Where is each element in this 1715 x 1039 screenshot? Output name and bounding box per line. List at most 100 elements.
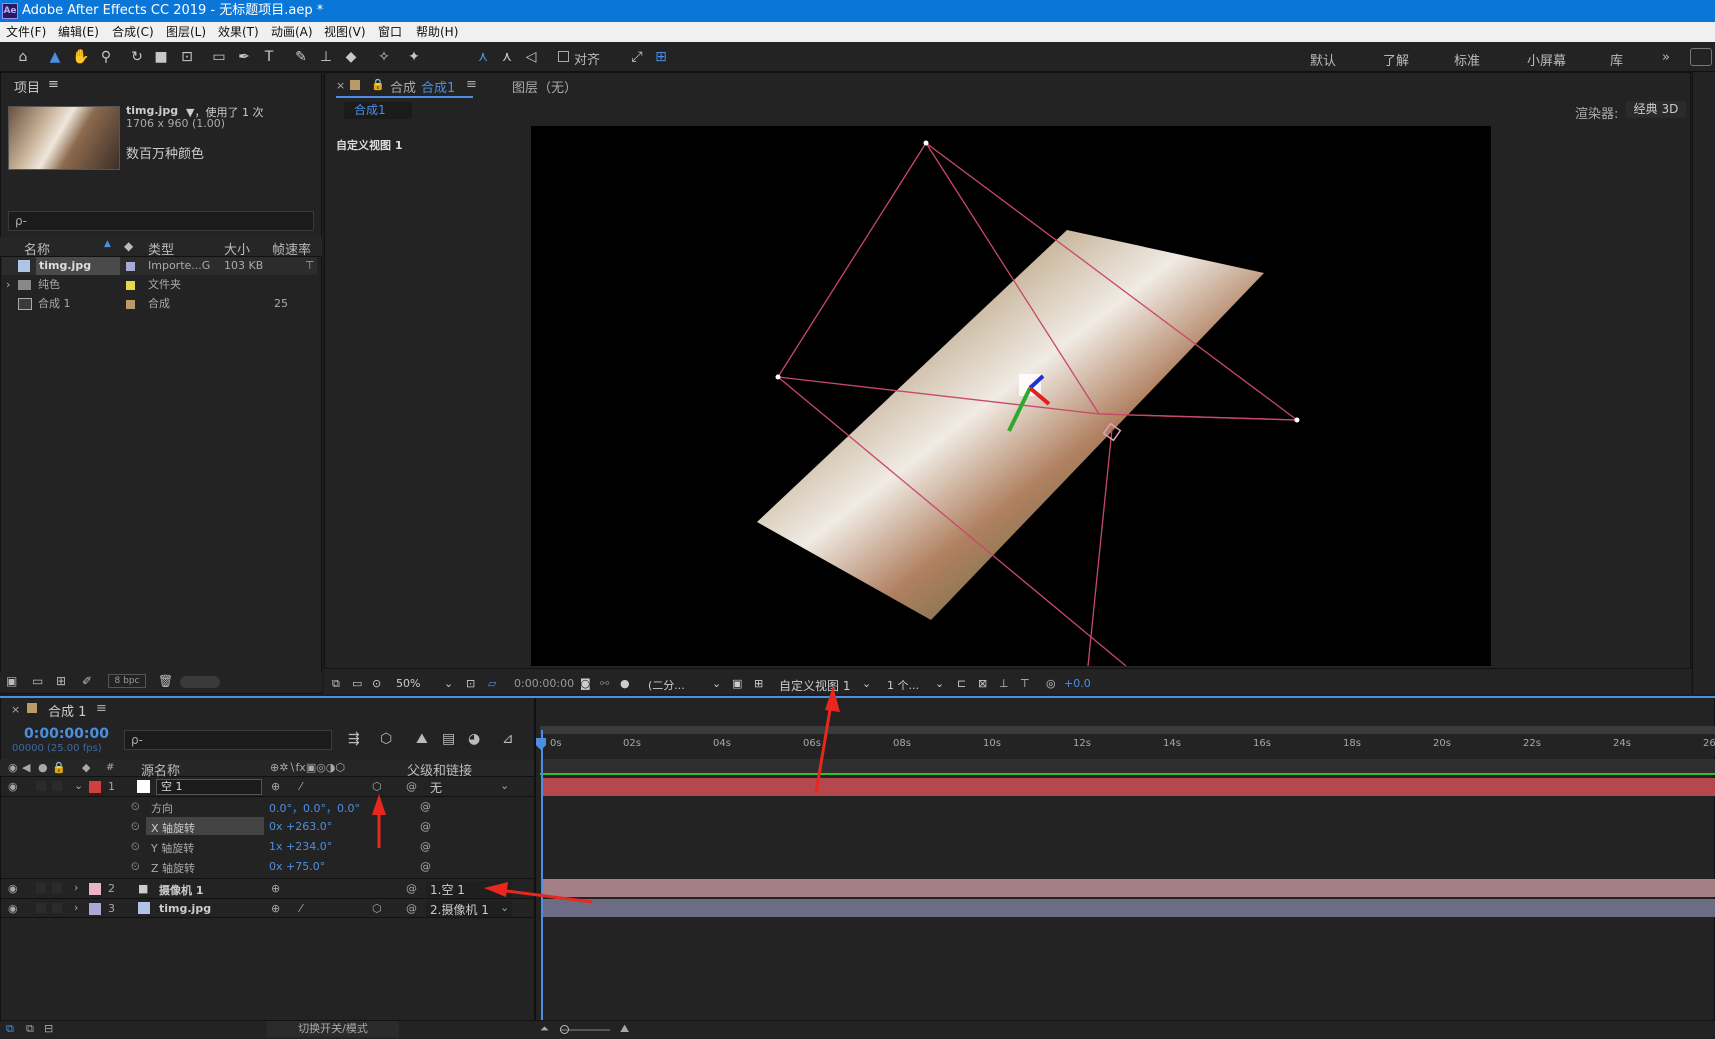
transfer-controls-icon[interactable]: ⧉ xyxy=(26,1022,34,1036)
layer-name[interactable]: 摄像机 1 xyxy=(159,882,203,898)
layer-name[interactable]: timg.jpg xyxy=(159,902,211,915)
audio-icon[interactable]: ◀ xyxy=(22,761,30,774)
frustum-vertex[interactable] xyxy=(923,140,929,146)
x-rotation-value[interactable]: 0x +263.0° xyxy=(269,820,332,833)
menu-window[interactable]: 窗口 xyxy=(378,22,402,42)
zoom-in-icon[interactable]: ⛰ xyxy=(620,1022,629,1036)
reset-exposure-icon[interactable]: ◎ xyxy=(1046,677,1056,690)
comp-tab-active[interactable]: 合成1 xyxy=(421,77,455,96)
switches-icon[interactable]: ⊕✲∖fx▣◎◑⬡ xyxy=(270,761,345,774)
layer-name[interactable]: 空 1 xyxy=(156,779,262,795)
work-area-bar[interactable] xyxy=(540,726,1715,734)
menu-composition[interactable]: 合成(C) xyxy=(112,22,154,42)
menu-edit[interactable]: 编辑(E) xyxy=(58,22,99,42)
lock-toggle[interactable] xyxy=(52,903,62,913)
pen-tool-icon[interactable]: ✒ xyxy=(235,48,253,66)
comp-mini-flowchart-icon[interactable]: ⇶ xyxy=(348,731,360,747)
snapshot-icon[interactable]: ◙ xyxy=(580,677,591,690)
toggle-switches-modes-button[interactable]: 切换开关/模式 xyxy=(267,1021,399,1037)
label-swatch[interactable] xyxy=(126,281,135,290)
layer-label-swatch[interactable] xyxy=(89,903,101,915)
menu-layer[interactable]: 图层(L) xyxy=(166,22,206,42)
show-snapshot-icon[interactable]: ⚯ xyxy=(600,677,609,690)
layer-row-3[interactable]: ◉ › 3 timg.jpg ⊕ ⁄ ⬡ @ 2.摄像机 1 ⌄ xyxy=(0,898,536,918)
shy-switch-icon[interactable]: ⊕ xyxy=(271,780,280,793)
z-rotation-value[interactable]: 0x +75.0° xyxy=(269,860,325,873)
sort-ascending-icon[interactable]: ▲ xyxy=(104,239,111,249)
eraser-tool-icon[interactable]: ◆ xyxy=(342,48,360,66)
stopwatch-icon[interactable]: ⏲ xyxy=(131,860,140,874)
timeline-tab[interactable]: 合成 1 xyxy=(48,701,86,720)
expression-pickwhip-icon[interactable]: @ xyxy=(420,840,431,853)
frame-blending-icon[interactable]: ▤ xyxy=(442,731,455,747)
shy-switch-icon[interactable]: ⊕ xyxy=(271,882,280,895)
workspace-standard[interactable]: 标准 xyxy=(1454,50,1480,69)
pixel-aspect-icon[interactable]: ⊏ xyxy=(957,677,966,690)
chevron-down-icon[interactable]: ⌄ xyxy=(444,677,453,690)
new-composition-icon[interactable]: ⊞ xyxy=(56,674,66,688)
fast-preview-icon[interactable]: ⊠ xyxy=(978,677,987,690)
3d-layer-switch-icon[interactable]: ⬡ xyxy=(372,780,382,793)
shy-switch-icon[interactable]: ⊕ xyxy=(271,902,280,915)
eye-icon[interactable]: ◉ xyxy=(8,761,18,774)
layer-row-1[interactable]: ◉ ⌄ 1 空 1 ⊕ ⁄ ⬡ @ 无 ⌄ xyxy=(0,777,536,797)
3d-layer-switch-icon[interactable]: ⬡ xyxy=(372,902,382,915)
chevron-down-icon[interactable]: ⌄ xyxy=(935,677,944,690)
rectangle-tool-icon[interactable]: ▭ xyxy=(210,48,228,66)
panel-menu-icon[interactable]: ≡ xyxy=(48,77,59,92)
search-help-icon[interactable] xyxy=(1690,48,1712,66)
interpret-footage-icon[interactable]: ▣ xyxy=(6,674,17,688)
chevron-down-icon[interactable]: ⌄ xyxy=(500,901,509,914)
workspace-libraries[interactable]: 库 xyxy=(1610,50,1623,69)
eye-icon[interactable]: ◉ xyxy=(8,780,18,793)
puppet-pin-icon[interactable]: ✦ xyxy=(405,48,423,66)
lock-toggle[interactable] xyxy=(52,883,62,893)
hand-tool-icon[interactable]: ✋ xyxy=(72,48,90,66)
frustum-vertex[interactable] xyxy=(1294,417,1300,423)
solo-toggle[interactable] xyxy=(36,781,46,791)
snap-icon[interactable]: ⤢ xyxy=(628,48,646,66)
menu-view[interactable]: 视图(V) xyxy=(324,22,366,42)
project-item-timg[interactable]: timg.jpg Importe...G 103 KB ⊤ xyxy=(2,257,317,275)
y-rotation-value[interactable]: 1x +234.0° xyxy=(269,840,332,853)
resolution-dropdown[interactable]: (二分... xyxy=(648,677,685,693)
3d-view-dropdown[interactable]: 自定义视图 1 xyxy=(779,677,850,694)
label-swatch[interactable] xyxy=(126,300,135,309)
layer-bar-2[interactable] xyxy=(541,879,1715,897)
comp-tab-label[interactable]: 合成 xyxy=(390,77,416,96)
layer-bar-3[interactable] xyxy=(541,899,1715,917)
flowchart-icon[interactable]: ⊤ xyxy=(1020,677,1030,690)
chevron-down-icon[interactable]: ⌄ xyxy=(74,779,83,792)
project-item-solids[interactable]: › 纯色 文件夹 xyxy=(2,276,317,294)
zoom-slider-thumb[interactable] xyxy=(560,1025,569,1034)
close-tab-icon[interactable]: × xyxy=(336,79,345,92)
layer-tab[interactable]: 图层（无） xyxy=(512,77,577,96)
project-search-input[interactable]: ρ- xyxy=(8,211,314,231)
world-axis-icon[interactable]: ⋏ xyxy=(498,48,516,66)
region-of-interest-icon[interactable]: ▣ xyxy=(732,677,742,690)
snap-options-icon[interactable]: ⊞ xyxy=(652,48,670,66)
menu-effect[interactable]: 效果(T) xyxy=(218,22,259,42)
expression-pickwhip-icon[interactable]: @ xyxy=(420,820,431,833)
pick-whip-icon[interactable]: @ xyxy=(406,780,417,793)
timeline-search-input[interactable]: ρ- xyxy=(124,730,332,750)
camera-tool-icon[interactable]: ■ xyxy=(152,48,170,66)
timeline-menu-icon[interactable]: ≡ xyxy=(96,701,107,716)
monitor-icon[interactable]: ▭ xyxy=(352,677,362,690)
views-layout-dropdown[interactable]: 1 个... xyxy=(887,677,919,693)
lock-icon[interactable]: 🔒 xyxy=(52,761,66,774)
roto-brush-icon[interactable]: ✧ xyxy=(375,48,393,66)
expression-pickwhip-icon[interactable]: @ xyxy=(420,860,431,873)
col-fps[interactable]: 帧速率 xyxy=(272,239,311,258)
pick-whip-icon[interactable]: @ xyxy=(406,882,417,895)
always-preview-icon[interactable]: ⧉ xyxy=(332,677,340,691)
layer-row-2[interactable]: ◉ › 2 ■ 摄像机 1 ⊕ @ 1.空 1 ⌄ xyxy=(0,878,536,898)
chevron-right-icon[interactable]: › xyxy=(6,276,10,294)
col-name[interactable]: 名称 xyxy=(24,239,50,258)
transparency-grid-icon[interactable]: ⊞ xyxy=(754,677,763,690)
pick-whip-icon[interactable]: @ xyxy=(406,902,417,915)
exposure-value[interactable]: +0.0 xyxy=(1064,677,1091,690)
menu-file[interactable]: 文件(F) xyxy=(6,22,46,42)
solo-icon[interactable]: ● xyxy=(38,761,48,774)
brush-tool-icon[interactable]: ✎ xyxy=(292,48,310,66)
